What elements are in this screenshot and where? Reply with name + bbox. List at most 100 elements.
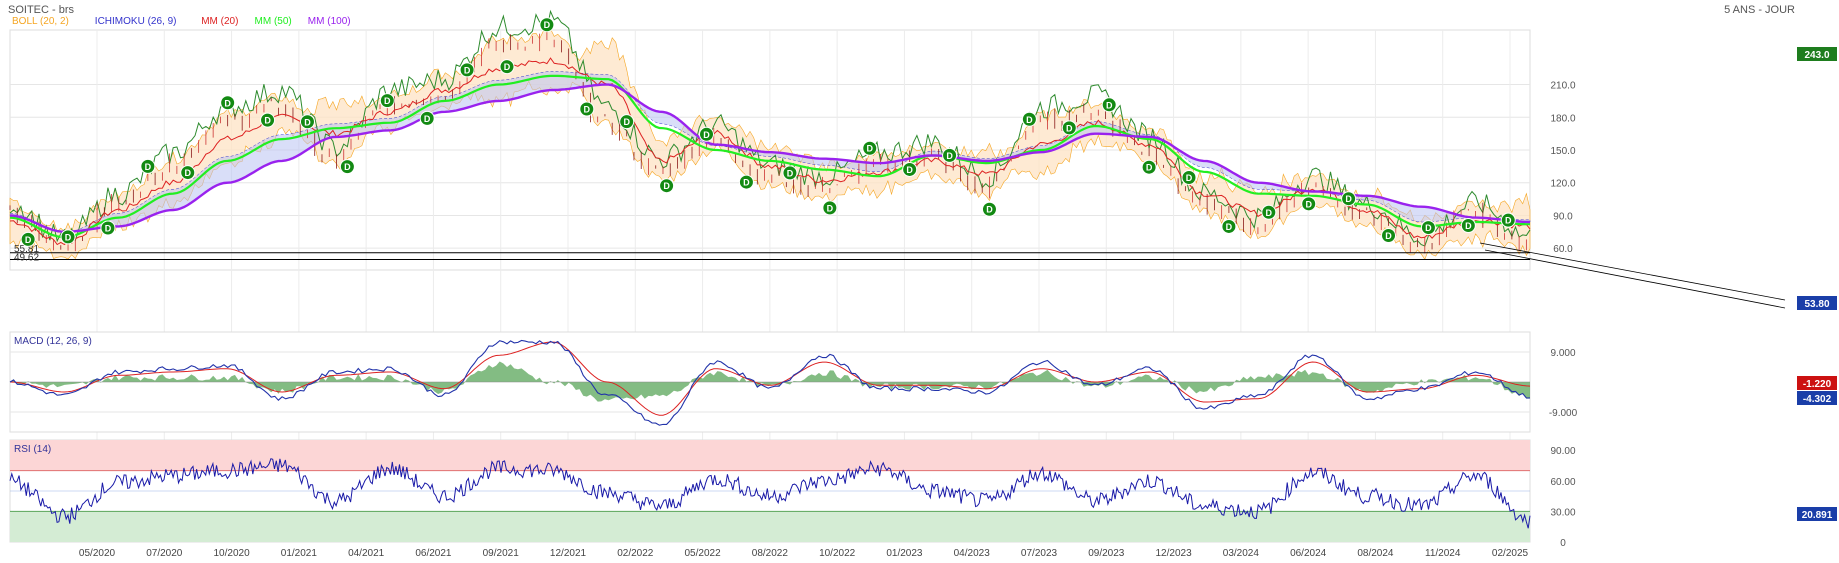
price-y-tick: 90.0 <box>1553 211 1573 222</box>
macd-y-tick: -9.000 <box>1549 408 1578 419</box>
trend-line <box>1484 249 1786 309</box>
x-axis: 05/2020 07/2020 10/2020 01/2021 04/2021 06/20… <box>79 548 1529 559</box>
signal-marker-label: D <box>1106 100 1113 110</box>
x-tick-label: 08/2022 <box>752 548 789 559</box>
price-y-tick: 60.0 <box>1553 244 1573 255</box>
signal-marker-label: D <box>986 205 993 215</box>
macd-title: MACD (12, 26, 9) <box>14 336 92 347</box>
signal-marker-label: D <box>1186 173 1193 183</box>
signal-marker: D <box>220 95 236 111</box>
signal-marker-label: D <box>867 144 874 154</box>
signal-marker: D <box>1101 97 1117 113</box>
x-tick-label: 11/2024 <box>1425 548 1461 559</box>
x-tick-label: 02/2025 <box>1492 548 1529 559</box>
x-tick-label: 05/2020 <box>79 548 116 559</box>
signal-marker-label: D <box>384 96 391 106</box>
price-y-tick: 150.0 <box>1550 146 1575 157</box>
legend-item: MM (50) <box>255 16 292 27</box>
x-tick-label: 09/2023 <box>1088 548 1125 559</box>
signal-marker: D <box>60 229 76 245</box>
signal-marker: D <box>260 112 276 128</box>
x-tick-label: 12/2021 <box>550 548 587 559</box>
price-y-tick: 120.0 <box>1550 179 1575 190</box>
signal-marker: D <box>459 62 475 78</box>
signal-marker: D <box>902 161 918 177</box>
signal-marker: D <box>140 158 156 174</box>
signal-marker-label: D <box>1226 222 1233 232</box>
rsi-y-tick: 30.00 <box>1550 507 1575 518</box>
signal-marker-label: D <box>787 168 794 178</box>
signal-marker: D <box>299 114 315 130</box>
x-tick-label: 02/2022 <box>617 548 654 559</box>
signal-marker: D <box>659 178 675 194</box>
signal-marker: D <box>419 110 435 126</box>
rsi-panel: RSI (14) 90.00 60.00 30.00 0 20.891 <box>9 439 1837 549</box>
signal-marker-label: D <box>185 168 192 178</box>
signal-marker: D <box>1381 228 1397 244</box>
value-badge-label: 20.891 <box>1802 510 1833 521</box>
x-tick-label: 12/2023 <box>1155 548 1192 559</box>
signal-marker: D <box>20 231 36 247</box>
signal-marker: D <box>379 93 395 109</box>
signal-marker-label: D <box>1425 223 1432 233</box>
rsi-y-tick: 0 <box>1560 538 1566 549</box>
value-badge-label: 243.0 <box>1804 50 1829 61</box>
signal-marker-label: D <box>1026 115 1033 125</box>
signal-marker-label: D <box>224 98 231 108</box>
rsi-oversold-zone <box>10 511 1530 542</box>
x-tick-label: 05/2022 <box>684 548 721 559</box>
signal-marker: D <box>782 165 798 181</box>
signal-marker: D <box>1420 220 1436 236</box>
macd-y-tick: 9.000 <box>1550 348 1575 359</box>
signal-marker-label: D <box>464 65 471 75</box>
x-tick-label: 01/2021 <box>281 548 318 559</box>
rsi-overbought-zone <box>10 440 1530 471</box>
signal-marker-label: D <box>304 117 311 127</box>
price-y-tick: 180.0 <box>1550 113 1575 124</box>
signal-marker-label: D <box>145 162 152 172</box>
signal-marker-label: D <box>1505 216 1512 226</box>
x-tick-label: 06/2021 <box>415 548 452 559</box>
signal-marker-label: D <box>827 203 834 213</box>
rsi-y-tick: 60.00 <box>1550 477 1575 488</box>
signal-marker-label: D <box>544 20 551 30</box>
signal-marker: D <box>1221 218 1237 234</box>
signal-marker-label: D <box>504 62 511 72</box>
signal-marker: D <box>1341 191 1357 207</box>
chart-canvas: SOITEC - brs 5 ANS - JOUR BOLL (20, 2) IC… <box>8 4 1837 559</box>
support-label: 49.62 <box>14 253 39 264</box>
price-y-tick: 210.0 <box>1550 81 1575 92</box>
signal-marker: D <box>1261 204 1277 220</box>
signal-marker: D <box>1460 218 1476 234</box>
signal-marker: D <box>100 220 116 236</box>
signal-marker-label: D <box>1146 163 1153 173</box>
signal-marker-label: D <box>584 105 591 115</box>
signal-marker: D <box>738 174 754 190</box>
signal-marker-label: D <box>1305 199 1312 209</box>
signal-marker-label: D <box>264 116 271 126</box>
legend-item: ICHIMOKU (26, 9) <box>95 16 177 27</box>
chart-title: SOITEC - brs <box>8 4 75 16</box>
x-tick-label: 07/2020 <box>146 548 183 559</box>
signal-marker: D <box>1061 120 1077 136</box>
x-tick-label: 06/2024 <box>1290 548 1327 559</box>
signal-marker-label: D <box>906 165 913 175</box>
signal-marker: D <box>1181 169 1197 185</box>
trend-line <box>1479 242 1786 301</box>
signal-marker: D <box>981 201 997 217</box>
value-badge-label: -1.220 <box>1803 379 1832 390</box>
signal-marker-label: D <box>623 117 630 127</box>
signal-marker: D <box>1141 159 1157 175</box>
signal-marker-label: D <box>25 235 32 245</box>
signal-marker: D <box>539 17 555 33</box>
macd-panel: MACD (12, 26, 9) 9.000 -9.000 -1.220 -4.302 <box>9 331 1837 433</box>
price-legend: BOLL (20, 2) ICHIMOKU (26, 9) MM (20) MM (5… <box>12 16 351 27</box>
signal-marker-label: D <box>424 114 431 124</box>
signal-marker: D <box>619 114 635 130</box>
signal-marker-label: D <box>65 232 72 242</box>
signal-marker: D <box>822 200 838 216</box>
legend-item: MM (100) <box>308 16 351 27</box>
period-label[interactable]: 5 ANS - JOUR <box>1724 4 1795 16</box>
signal-marker: D <box>1021 111 1037 127</box>
x-tick-label: 01/2023 <box>886 548 923 559</box>
